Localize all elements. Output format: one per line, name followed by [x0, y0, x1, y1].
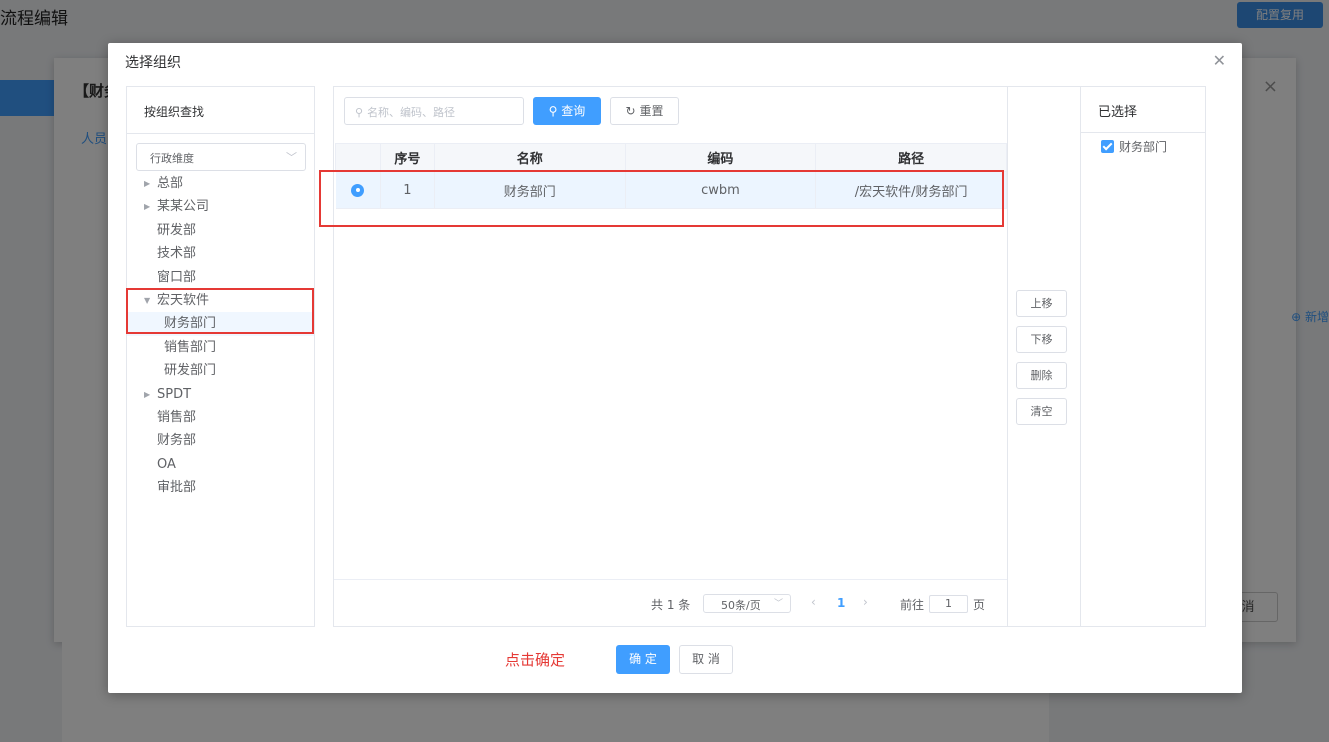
- chevron-down-icon: ﹀: [286, 151, 297, 164]
- column-header-index: 序号: [379, 143, 435, 172]
- current-page-number[interactable]: 1: [837, 596, 845, 610]
- tree-node-label: 总部: [157, 176, 184, 191]
- confirm-button[interactable]: 确 定: [616, 645, 670, 674]
- search-icon: ⚲: [355, 106, 364, 119]
- move-up-button[interactable]: 上移: [1016, 290, 1067, 317]
- search-placeholder: 名称、编码、路径: [367, 106, 456, 119]
- reset-button[interactable]: ↻ 重置: [610, 97, 679, 125]
- tree-node[interactable]: ▶ 某某公司: [127, 195, 314, 218]
- page-size-value: 50条/页: [721, 599, 761, 612]
- tree-node-label: OA: [157, 456, 176, 472]
- tree-node-label: 窗口部: [157, 269, 197, 285]
- clear-button[interactable]: 清空: [1016, 398, 1067, 425]
- reset-label: 重置: [639, 104, 664, 118]
- tree-node-label: 销售部门: [164, 339, 217, 355]
- tree-node-label: 研发部: [157, 222, 197, 238]
- tree-node[interactable]: 销售部门: [127, 336, 314, 359]
- tree-node[interactable]: 窗口部: [127, 266, 314, 289]
- selected-panel: 已选择 财务部门: [1080, 86, 1206, 627]
- goto-unit-label: 页: [973, 598, 986, 612]
- annotation-box-row: [319, 170, 1004, 227]
- table-header-row: 序号 名称 编码 路径: [335, 143, 1007, 172]
- org-tree: ▶ 总部 ▶ 某某公司 研发部 技术部 窗口部 ▼ 宏天软件 财务部门 销售部门 研发部门 ▶ SPDT 销…: [127, 172, 314, 499]
- tree-node-label: 审批部: [157, 480, 197, 496]
- goto-label: 前往: [900, 598, 925, 612]
- tree-node-label: 技术部: [157, 246, 197, 262]
- tree-node[interactable]: 财务部: [127, 429, 314, 452]
- annotation-box-tree: [126, 288, 314, 334]
- search-icon: ⚲: [548, 104, 558, 118]
- pagination: 共 1 条 50条/页 ﹀ ‹ 1 › 前往 1 页: [334, 579, 1007, 627]
- query-label: 查询: [561, 104, 586, 118]
- tree-node-label: 销售部: [157, 409, 197, 425]
- dimension-select-value: 行政维度: [150, 152, 194, 165]
- org-list-panel: ⚲ 名称、编码、路径 ⚲ 查询 ↻ 重置 序号 名称 编码 路径 1 财务部门 …: [333, 86, 1008, 627]
- next-page-icon[interactable]: ›: [863, 595, 868, 609]
- tree-node[interactable]: 技术部: [127, 242, 314, 265]
- refresh-icon: ↻: [625, 104, 636, 118]
- prev-page-icon[interactable]: ‹: [811, 595, 816, 609]
- tree-node[interactable]: ▶ 总部: [127, 172, 314, 195]
- chevron-down-icon: ﹀: [773, 599, 783, 609]
- column-header-select: [335, 143, 381, 172]
- goto-page-input[interactable]: 1: [929, 595, 968, 613]
- tree-node-label: SPDT: [157, 386, 192, 402]
- tree-node-label: 财务部: [157, 433, 197, 449]
- caret-right-icon[interactable]: ▶: [144, 383, 150, 406]
- move-buttons-column: 上移 下移 删除 清空: [1008, 86, 1080, 627]
- query-button[interactable]: ⚲ 查询: [533, 97, 601, 125]
- tree-node[interactable]: 审批部: [127, 476, 314, 499]
- column-header-name: 名称: [433, 143, 626, 172]
- selected-item[interactable]: 财务部门: [1101, 138, 1167, 155]
- tree-node[interactable]: 销售部: [127, 406, 314, 429]
- tree-node[interactable]: 研发部: [127, 219, 314, 242]
- search-input[interactable]: ⚲ 名称、编码、路径: [344, 97, 524, 125]
- tree-panel-header: 按组织查找: [127, 87, 314, 134]
- pagination-total: 共 1 条: [651, 598, 691, 612]
- move-down-button[interactable]: 下移: [1016, 326, 1067, 353]
- dialog-title: 选择组织: [125, 55, 181, 71]
- select-org-dialog: 选择组织 ✕ 按组织查找 行政维度 ﹀ ▶ 总部 ▶ 某某公司 研发部 技术部 窗口部 ▼ 宏天…: [108, 43, 1242, 693]
- close-icon[interactable]: ✕: [1213, 51, 1226, 70]
- annotation-hint: 点击确定: [505, 651, 566, 669]
- checkbox-checked-icon[interactable]: [1101, 140, 1114, 153]
- cancel-button[interactable]: 取 消: [679, 645, 733, 674]
- selected-item-label: 财务部门: [1119, 140, 1168, 154]
- dialog-header: 选择组织 ✕: [108, 43, 1242, 79]
- column-header-code: 编码: [624, 143, 817, 172]
- caret-right-icon[interactable]: ▶: [144, 195, 150, 218]
- tree-node[interactable]: 研发部门: [127, 359, 314, 382]
- column-header-path: 路径: [815, 143, 1007, 172]
- tree-node[interactable]: OA: [127, 453, 314, 476]
- caret-right-icon[interactable]: ▶: [144, 172, 150, 195]
- tree-node-label: 研发部门: [164, 363, 217, 379]
- page-size-select[interactable]: 50条/页 ﹀: [703, 594, 791, 613]
- tree-node[interactable]: ▶ SPDT: [127, 383, 314, 406]
- org-tree-panel: 按组织查找 行政维度 ﹀ ▶ 总部 ▶ 某某公司 研发部 技术部 窗口部 ▼ 宏天软件 财务部门销…: [126, 86, 315, 627]
- dimension-select[interactable]: 行政维度 ﹀: [136, 143, 306, 171]
- selected-panel-header: 已选择: [1081, 87, 1205, 133]
- delete-button[interactable]: 删除: [1016, 362, 1067, 389]
- tree-node-label: 某某公司: [157, 199, 210, 215]
